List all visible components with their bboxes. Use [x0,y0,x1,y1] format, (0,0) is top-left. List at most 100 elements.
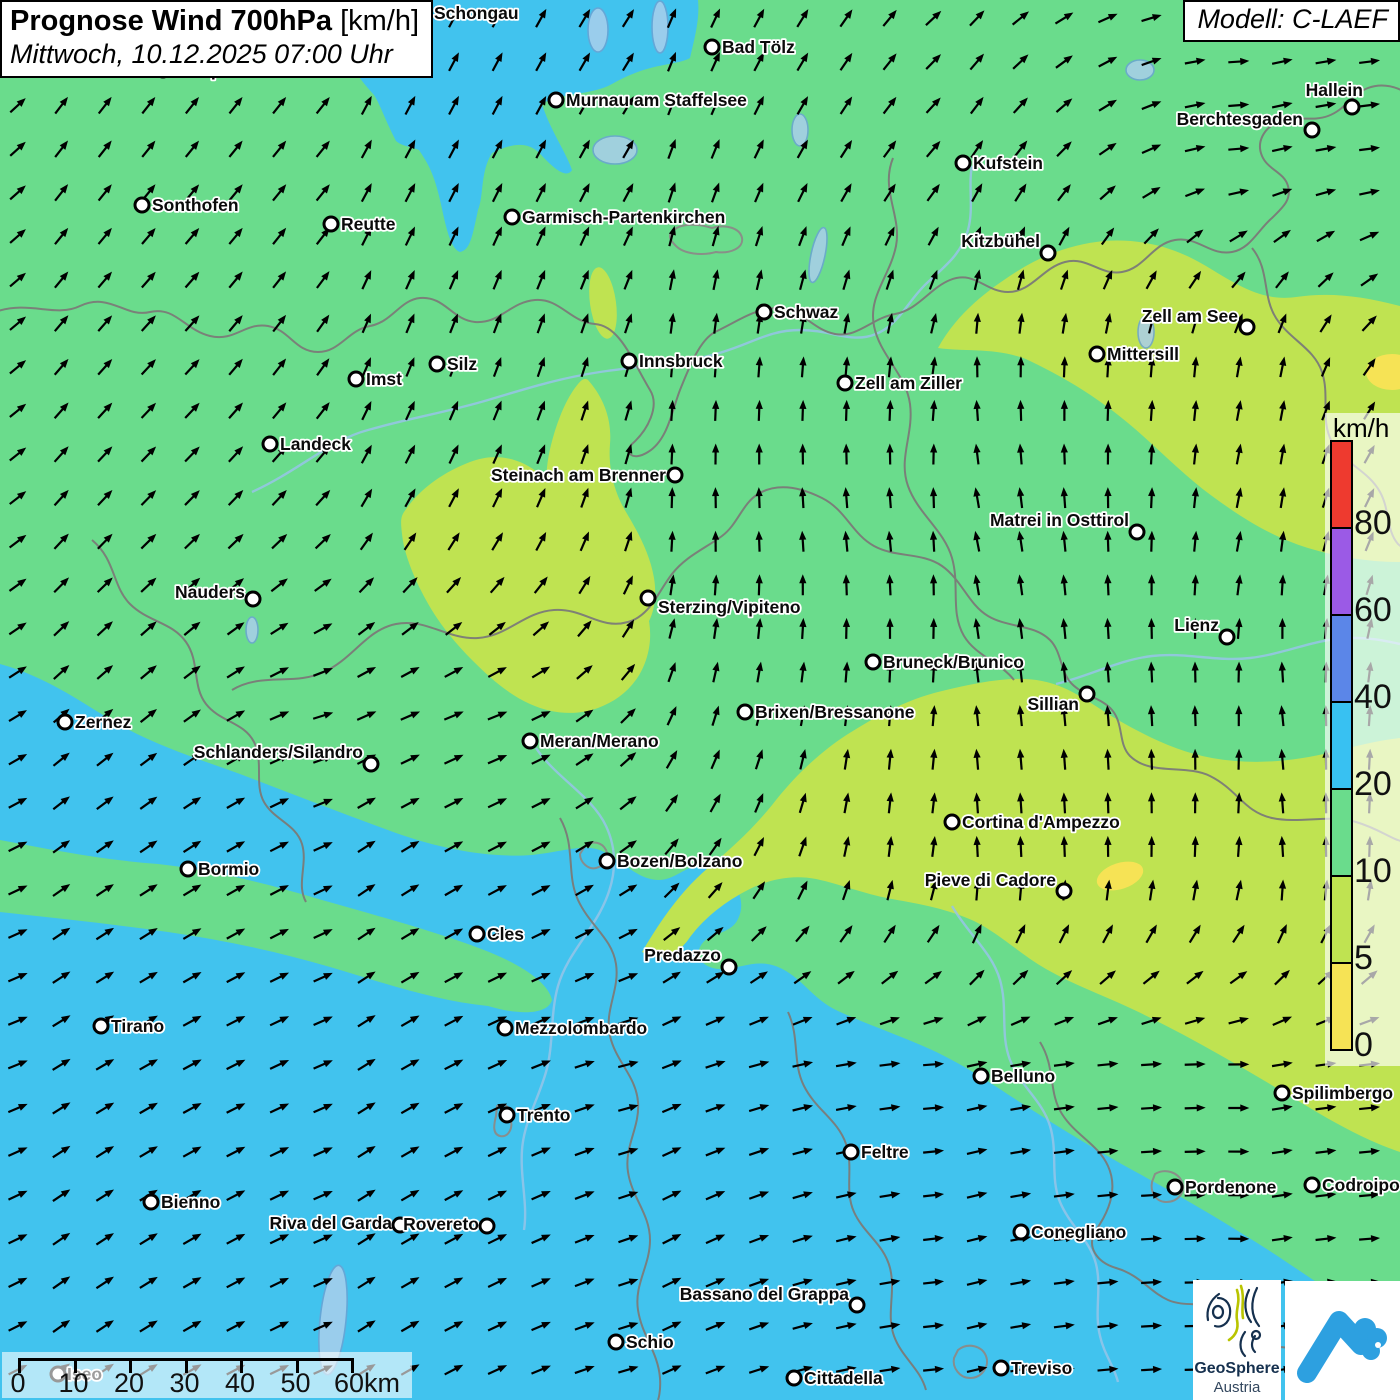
wind-map-canvas: SchongauBad TölzKemptenMurnau am Staffel… [0,0,1400,1400]
mountain-cloud-icon [1285,1281,1400,1400]
city-label: Sterzing/Vipiteno [658,597,801,617]
city-label: Imst [366,369,402,389]
city-label: Zell am See [1142,306,1239,326]
city-marker [500,1108,514,1122]
city-label: Bad Tölz [722,37,795,57]
city-marker [1305,123,1319,137]
city-marker [738,705,752,719]
geosphere-logo-box: GeoSphere Austria [1193,1280,1281,1400]
city-label: Bienno [161,1192,220,1212]
city-marker [430,357,444,371]
scalebar-label: 40 [225,1368,255,1399]
legend-color-10 [1332,790,1351,877]
city-marker [470,927,484,941]
city-marker [498,1021,512,1035]
legend-tick-label: 20 [1354,767,1392,801]
city-label: Innsbruck [639,351,723,371]
scalebar-label: 10 [58,1368,88,1399]
city-label: Belluno [991,1066,1055,1086]
city-marker [324,217,338,231]
legend-tick-label: 10 [1354,854,1392,888]
city-label: Pieve di Cadore [925,870,1057,890]
city-label: Spilimbergo [1292,1083,1393,1103]
city-marker [246,592,260,606]
city-marker [1345,100,1359,114]
city-label: Garmisch-Partenkirchen [522,207,725,227]
city-label: Nauders [175,582,245,602]
legend: km/h 806040201050 [1325,413,1400,1066]
city-marker [135,198,149,212]
legend-color-60 [1332,529,1351,616]
city-marker [523,734,537,748]
city-marker [364,757,378,771]
map-scalebar: 0102030405060km [2,1352,412,1398]
city-marker [1240,320,1254,334]
title-box: Prognose Wind 700hPa [km/h] Mittwoch, 10… [0,0,433,78]
legend-colorbar [1330,440,1353,1051]
map-datetime: Mittwoch, 10.12.2025 07:00 Uhr [10,39,419,70]
city-label: Schongau [434,3,519,23]
city-label: Schlanders/Silandro [194,742,363,762]
city-marker [945,815,959,829]
city-label: Zernez [75,712,132,732]
legend-tick-label: 0 [1354,1028,1373,1062]
city-marker [956,156,970,170]
city-marker [549,93,563,107]
model-label: Modell: C-LAEF [1197,4,1388,34]
city-marker [1041,246,1055,260]
geosphere-country: Austria [1193,1379,1281,1396]
city-label: Zell am Ziller [855,373,962,393]
city-label: Schio [626,1332,674,1352]
legend-tick-label: 5 [1354,941,1373,975]
city-marker [850,1298,864,1312]
city-marker [705,40,719,54]
city-label: Lienz [1174,615,1219,635]
legend-color-0 [1332,964,1351,1049]
city-label: Riva del Garda [269,1213,392,1233]
city-marker [1220,630,1234,644]
city-marker [838,376,852,390]
city-label: Rovereto [403,1214,479,1234]
city-label: Bassano del Grappa [680,1284,849,1304]
city-label: Matrei in Osttirol [990,510,1129,530]
lake-reschensee [246,617,258,643]
city-label: Sillian [1027,694,1079,714]
city-marker [94,1019,108,1033]
city-marker [722,960,736,974]
city-marker [144,1195,158,1209]
city-label: Bozen/Bolzano [617,851,742,871]
legend-tick-label: 60 [1354,593,1392,627]
city-marker [505,210,519,224]
city-marker [1080,687,1094,701]
legend-color-5 [1332,877,1351,964]
city-marker [58,715,72,729]
city-label: Mittersill [1107,344,1179,364]
city-label: Reutte [341,214,396,234]
city-label: Codroipo [1322,1175,1400,1195]
city-marker [263,437,277,451]
city-marker [1014,1225,1028,1239]
city-label: Pordenone [1185,1177,1277,1197]
city-marker [1130,525,1144,539]
city-label: Hallein [1306,80,1363,100]
city-label: Predazzo [644,945,721,965]
lake [588,8,608,52]
city-label: Kufstein [973,153,1043,173]
city-marker [757,305,771,319]
city-label: Tirano [111,1016,164,1036]
legend-color-80 [1332,442,1351,529]
city-label: Bruneck/Brunico [883,652,1024,672]
city-marker [600,854,614,868]
city-marker [1057,884,1071,898]
city-label: Brixen/Bressanone [755,702,915,722]
city-label: Feltre [861,1142,909,1162]
city-marker [609,1335,623,1349]
city-label: Trento [517,1105,570,1125]
legend-tick-label: 40 [1354,680,1392,714]
city-label: Sonthofen [152,195,239,215]
legend-color-20 [1332,703,1351,790]
title-product: Prognose Wind 700hPa [10,5,332,37]
city-marker [668,468,682,482]
city-marker [994,1361,1008,1375]
legend-tick-label: 80 [1354,506,1392,540]
